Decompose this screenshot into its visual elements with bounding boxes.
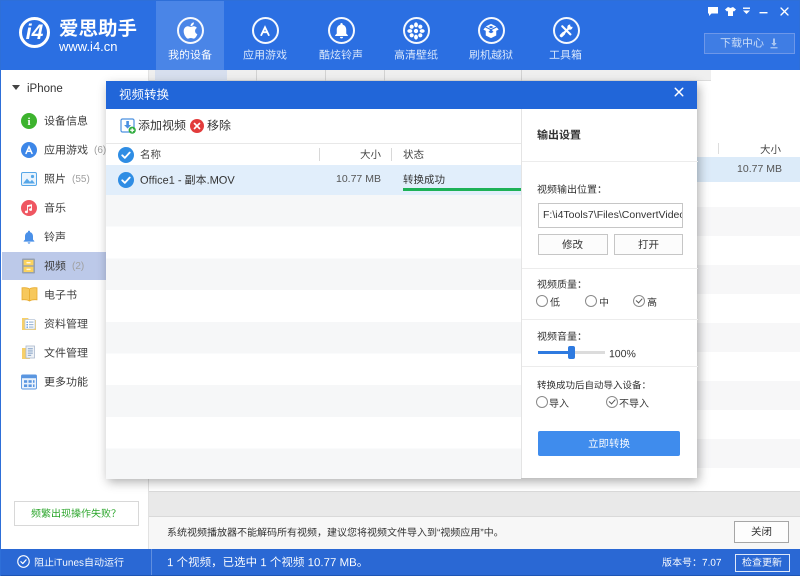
svg-text:i: i xyxy=(27,116,30,128)
